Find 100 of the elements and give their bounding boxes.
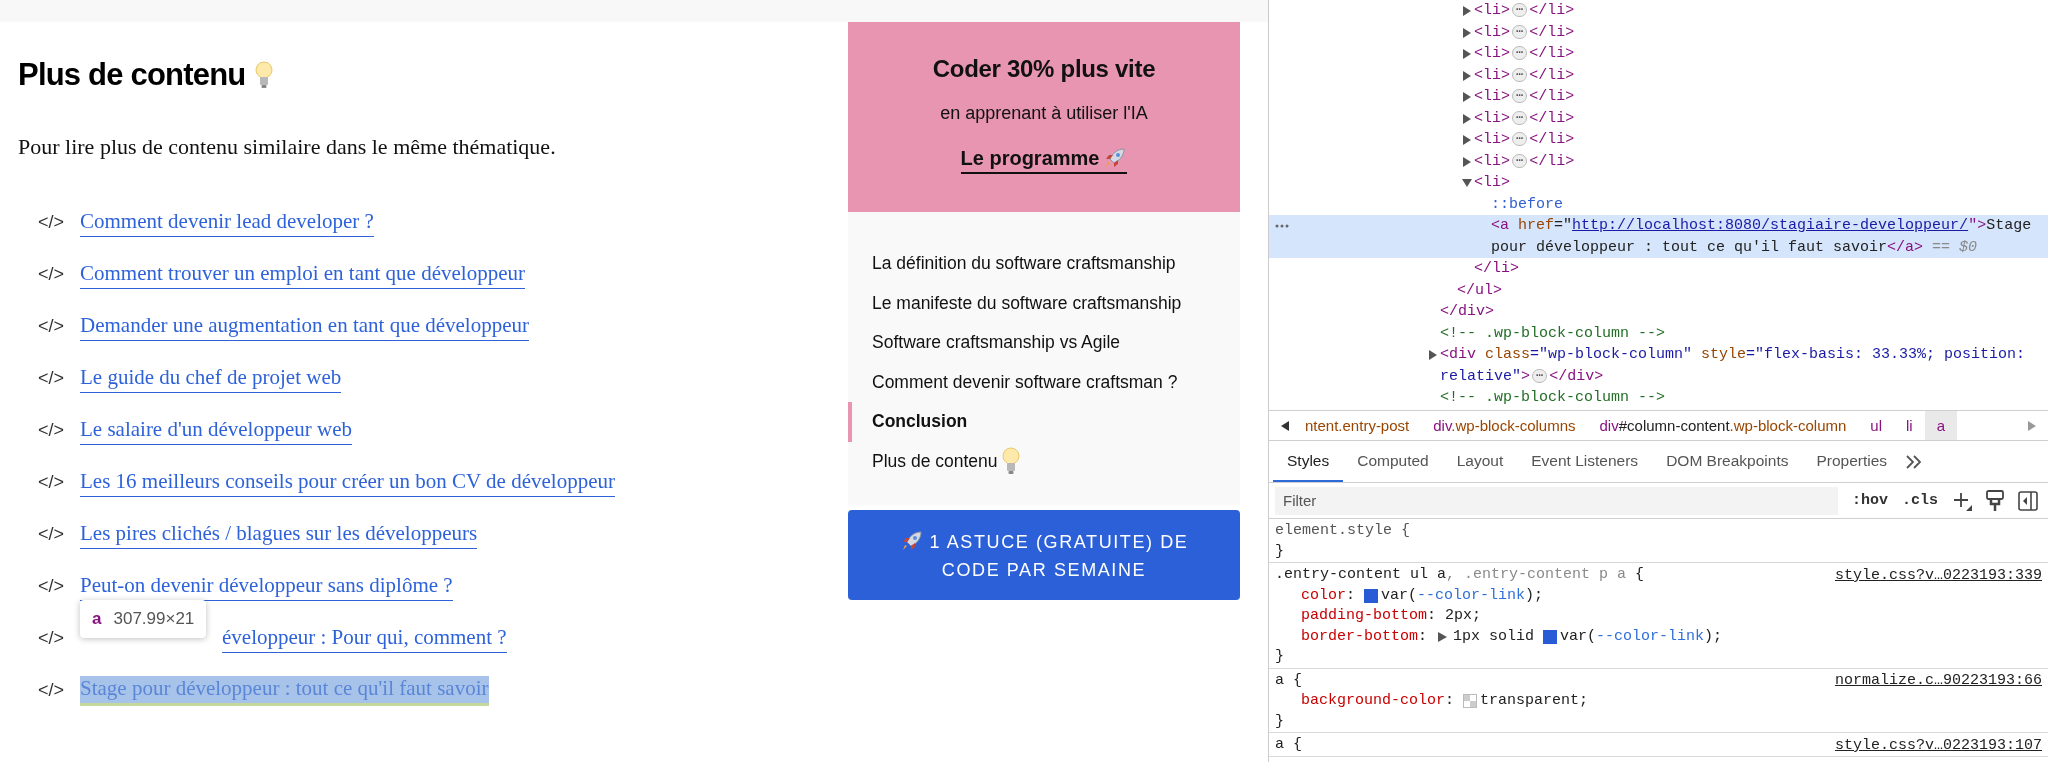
dom-node-text[interactable]: <li> ⋯ </li> bbox=[1474, 0, 1575, 22]
breadcrumb-item[interactable]: div#column-content.wp-block-column bbox=[1587, 411, 1859, 440]
panel-tab[interactable]: DOM Breakpoints bbox=[1652, 441, 1803, 482]
expand-arrow-icon[interactable] bbox=[1462, 6, 1472, 16]
breadcrumb-item[interactable]: a bbox=[1924, 411, 1958, 440]
source-link[interactable]: normalize.c…90223193:66 bbox=[1834, 672, 2042, 690]
breadcrumb-item[interactable]: ul bbox=[1858, 411, 1894, 440]
toolbar-toggle[interactable]: .cls bbox=[1902, 492, 1938, 509]
promo-title: Coder 30% plus vite bbox=[932, 55, 1156, 83]
selected-row-highlight[interactable]: <a href="http://localhost:8080/stagiaire-developpeur/">Stage pour développeur : tout ce qu'il faut savoir</a> == $0 bbox=[1269, 215, 2048, 258]
panel-tab[interactable]: Computed bbox=[1343, 441, 1443, 482]
css-selector: element.style { bbox=[1275, 521, 1411, 541]
article-link[interactable]: éveloppeur : Pour qui, comment ? bbox=[222, 624, 507, 653]
code-marker: </> bbox=[38, 680, 66, 701]
article-link[interactable]: Le salaire d'un développeur web bbox=[80, 416, 352, 445]
css-declaration[interactable]: color: bbox=[1301, 585, 1365, 606]
newsletter-button[interactable]: 1 ASTUCE (GRATUITE) DE CODE PAR SEMAINE bbox=[848, 510, 1240, 600]
dom-node-text[interactable]: <li> ⋯ </li> bbox=[1474, 64, 1575, 86]
scroll-left-icon[interactable] bbox=[1281, 420, 1289, 431]
toc-link[interactable]: Plus de contenu bbox=[848, 441, 1236, 481]
expand-arrow-icon[interactable] bbox=[1462, 135, 1472, 145]
color-swatch-icon[interactable] bbox=[1543, 629, 1558, 644]
panel-tab[interactable]: Event Listeners bbox=[1517, 441, 1653, 482]
css-declaration[interactable]: padding-bottom: 2px; bbox=[1301, 606, 1482, 627]
expand-arrow-icon[interactable] bbox=[1462, 178, 1472, 188]
expand-arrow-icon[interactable] bbox=[1438, 631, 1448, 642]
toc-link[interactable]: Conclusion bbox=[848, 402, 1236, 442]
dom-node-text[interactable]: <li> ⋯ </li> bbox=[1474, 86, 1575, 108]
css-selector: .entry-content ul a, .entry-content p a { bbox=[1275, 565, 1645, 585]
code-marker: </> bbox=[38, 628, 66, 649]
code-marker: </> bbox=[38, 524, 66, 545]
panel-tab[interactable]: Layout bbox=[1442, 441, 1518, 482]
expand-arrow-icon[interactable] bbox=[1462, 113, 1472, 124]
code-marker: </> bbox=[38, 576, 66, 597]
article-link[interactable]: Demander une augmentation en tant que développeur bbox=[80, 312, 529, 341]
dom-node-text[interactable]: <!-- .wp-block-column --> bbox=[1440, 322, 1666, 344]
css-declaration[interactable]: border-bottom: bbox=[1301, 626, 1437, 647]
article-link[interactable]: Le guide du chef de projet web bbox=[80, 364, 342, 393]
dom-node-text[interactable]: <li> ⋯ </li> bbox=[1474, 21, 1575, 43]
toc-link[interactable]: Comment devenir software craftsman ? bbox=[848, 362, 1236, 402]
add-icon[interactable] bbox=[1952, 490, 1972, 511]
scroll-right-icon[interactable] bbox=[2028, 420, 2036, 431]
dom-node-text[interactable]: <!-- .wp-block-column --> bbox=[1440, 387, 1666, 409]
closing-brace: } bbox=[1275, 711, 1284, 732]
dom-node-text[interactable]: </ul> bbox=[1457, 279, 1502, 301]
toc-link[interactable]: Le manifeste du software craftsmanship bbox=[848, 283, 1236, 323]
dom-node-text[interactable]: <li> ⋯ </li> bbox=[1474, 107, 1575, 129]
expand-arrow-icon[interactable] bbox=[1462, 49, 1472, 59]
css-declaration[interactable]: background-color: bbox=[1301, 691, 1464, 712]
expand-arrow-icon[interactable] bbox=[1462, 92, 1472, 102]
expand-arrow-icon[interactable] bbox=[1428, 350, 1438, 360]
intro-text: Pour lire plus de contenu similaire dans le même thématique. bbox=[18, 134, 557, 160]
program-link[interactable]: Le programme bbox=[960, 146, 1128, 174]
toc-link[interactable]: Software craftsmanship vs Agile bbox=[848, 323, 1236, 363]
article-link[interactable]: Comment devenir lead developer ? bbox=[80, 208, 374, 237]
breadcrumb-item[interactable]: ntent.entry-post bbox=[1293, 411, 1422, 440]
toc-link[interactable]: La définition du software craftsmanship bbox=[848, 244, 1236, 284]
toolbar-toggle[interactable]: :hov bbox=[1851, 492, 1888, 509]
section-heading: Plus de contenu bbox=[18, 57, 246, 93]
dom-node-text[interactable]: </div> bbox=[1440, 301, 1494, 323]
filter-field[interactable]: Filter bbox=[1275, 486, 1838, 515]
expand-arrow-icon[interactable] bbox=[1462, 27, 1472, 38]
tag-name: a bbox=[92, 609, 102, 629]
closing-brace: } bbox=[1275, 541, 1284, 562]
css-declaration[interactable]: var(--color-link); bbox=[1560, 626, 1723, 647]
code-marker: </> bbox=[38, 420, 66, 441]
css-declaration[interactable]: var(--color-link); bbox=[1381, 585, 1544, 606]
more-options-icon[interactable] bbox=[1275, 224, 1289, 228]
code-marker: </> bbox=[38, 368, 66, 389]
article-link[interactable]: Les 16 meilleurs conseils pour créer un bon CV de développeur bbox=[80, 468, 615, 497]
transparency-swatch-icon[interactable] bbox=[1463, 694, 1478, 709]
css-declaration[interactable]: transparent; bbox=[1480, 691, 1589, 712]
breadcrumb-item[interactable]: div.wp-block-columns bbox=[1421, 411, 1588, 440]
source-link[interactable]: style.css?v…0223193:107 bbox=[1834, 736, 2042, 754]
more-tabs-icon[interactable] bbox=[1905, 454, 1924, 469]
closing-brace: } bbox=[1275, 647, 1284, 667]
dom-node-text[interactable]: </li> bbox=[1474, 258, 1519, 280]
color-swatch-icon[interactable] bbox=[1364, 588, 1379, 603]
expand-arrow-icon[interactable] bbox=[1462, 70, 1472, 81]
css-declaration[interactable]: 1px solid bbox=[1453, 626, 1544, 647]
breadcrumb-item[interactable]: li bbox=[1894, 411, 1925, 440]
dom-node-text[interactable]: <div class="wp-block-column" style="flex-basis: 33.33%; position: relative"> ⋯ </div> bbox=[1440, 344, 2044, 387]
panel-tab[interactable]: Properties bbox=[1802, 441, 1902, 482]
paint-roller-icon[interactable] bbox=[1986, 489, 2004, 512]
article-link[interactable]: Les pires clichés / blagues sur les développeurs bbox=[80, 520, 478, 549]
dom-node-text[interactable]: ::before bbox=[1491, 193, 1563, 215]
article-link[interactable]: Comment trouver un emploi en tant que développeur bbox=[80, 260, 525, 289]
code-marker: </> bbox=[38, 212, 66, 233]
dom-node-text[interactable]: <li> ⋯ </li> bbox=[1474, 129, 1575, 151]
code-marker: </> bbox=[38, 316, 66, 337]
panel-tab[interactable]: Styles bbox=[1273, 441, 1344, 482]
dom-node-text[interactable]: <li> ⋯ </li> bbox=[1474, 150, 1575, 172]
dom-node-text[interactable]: <a href="http://localhost:8080/stagiaire-developpeur/">Stage pour développeur : tout ce qu'il faut savoir</a> == $0 bbox=[1491, 215, 2044, 258]
promo-subtitle: en apprenant à utiliser l'IA bbox=[940, 103, 1148, 124]
source-link[interactable]: style.css?v…0223193:339 bbox=[1834, 566, 2042, 584]
sidebar-toggle-icon[interactable] bbox=[2018, 490, 2038, 511]
dom-node-text[interactable]: <li> bbox=[1474, 172, 1510, 194]
dom-node-text[interactable]: <li> ⋯ </li> bbox=[1474, 43, 1575, 65]
expand-arrow-icon[interactable] bbox=[1462, 156, 1472, 167]
code-marker: </> bbox=[38, 264, 66, 285]
